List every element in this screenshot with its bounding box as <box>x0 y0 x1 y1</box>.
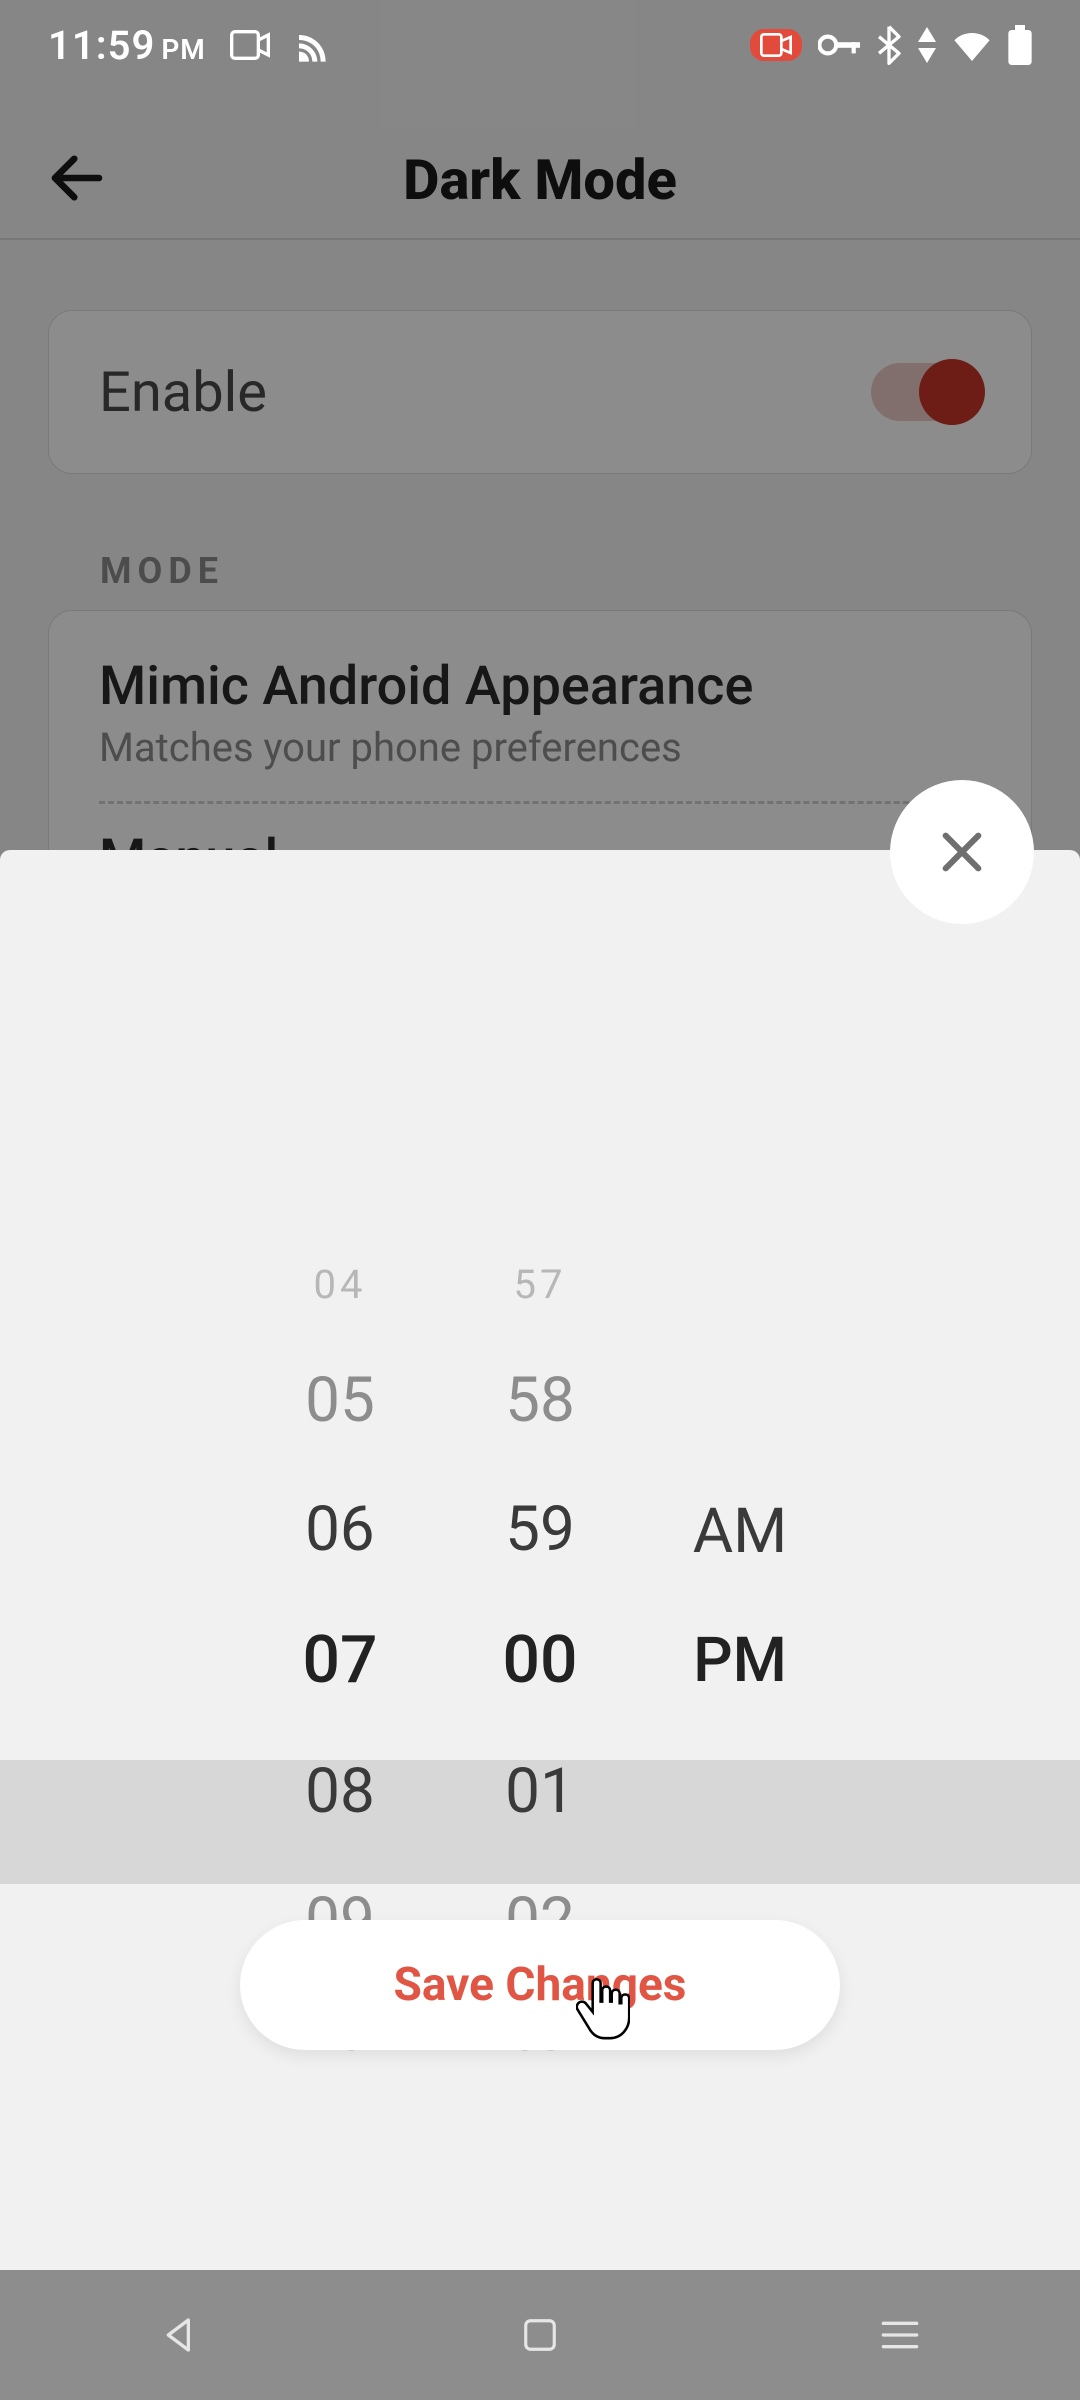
cast-icon <box>294 28 334 62</box>
battery-icon <box>1008 25 1032 65</box>
time-picker-sheet: 04 05 06 07 08 09 10 57 58 59 00 01 02 0… <box>0 850 1080 2270</box>
time-picker: 04 05 06 07 08 09 10 57 58 59 00 01 02 0… <box>0 1150 1080 1850</box>
ampm-selected: PM <box>685 1624 795 1697</box>
signal-icon <box>918 27 936 63</box>
vpn-key-icon <box>818 33 860 57</box>
nav-back-button[interactable] <box>150 2305 210 2365</box>
status-bar: 11:59PM <box>0 0 1080 90</box>
status-time: 11:59PM <box>48 22 206 69</box>
save-changes-button[interactable]: Save Changes <box>240 1920 840 2050</box>
system-nav-bar <box>0 2270 1080 2400</box>
nav-home-button[interactable] <box>510 2305 570 2365</box>
save-changes-label: Save Changes <box>394 1958 687 2012</box>
nav-recent-button[interactable] <box>870 2305 930 2365</box>
video-icon <box>230 30 270 60</box>
minute-selected: 00 <box>485 1622 595 1699</box>
close-button[interactable] <box>890 780 1034 924</box>
wifi-icon <box>952 29 992 61</box>
bluetooth-icon <box>876 25 902 65</box>
hour-selected: 07 <box>285 1622 395 1699</box>
record-icon <box>750 29 802 61</box>
